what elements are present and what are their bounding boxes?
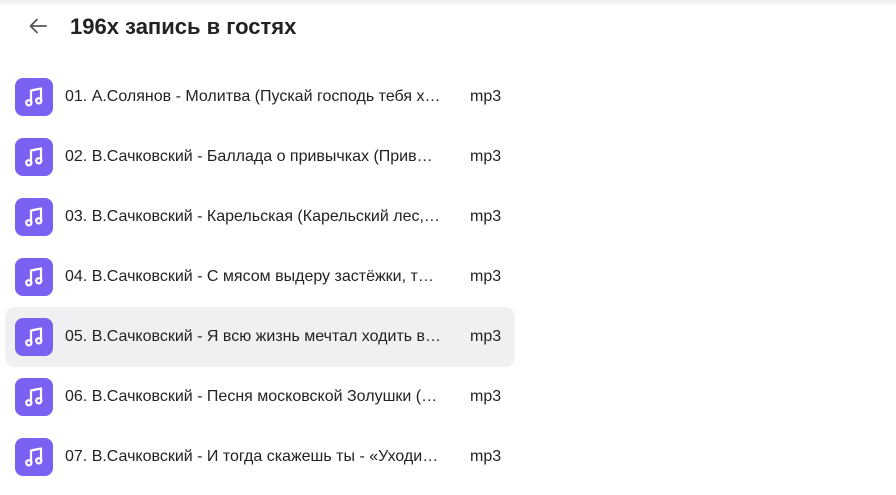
music-note-icon bbox=[15, 78, 53, 116]
header: 196х запись в гостях bbox=[0, 0, 896, 56]
file-row[interactable]: 01. А.Солянов - Молитва (Пускай господь … bbox=[5, 67, 515, 127]
file-extension: mp3 bbox=[470, 148, 502, 165]
file-row[interactable]: 06. В.Сачковский - Песня московской Золу… bbox=[5, 367, 515, 427]
file-name: 02. В.Сачковский - Баллада о привычках (… bbox=[65, 148, 433, 165]
music-note-icon bbox=[15, 198, 53, 236]
file-list: 01. А.Солянов - Молитва (Пускай господь … bbox=[5, 67, 515, 487]
file-extension: mp3 bbox=[470, 388, 502, 405]
file-row[interactable]: 02. В.Сачковский - Баллада о привычках (… bbox=[5, 127, 515, 187]
file-extension: mp3 bbox=[470, 328, 502, 345]
file-extension: mp3 bbox=[470, 88, 502, 105]
file-row[interactable]: 03. В.Сачковский - Карельская (Карельски… bbox=[5, 187, 515, 247]
file-name: 05. В.Сачковский - Я всю жизнь мечтал хо… bbox=[65, 328, 442, 345]
music-note-icon bbox=[15, 318, 53, 356]
file-name: 06. В.Сачковский - Песня московской Золу… bbox=[65, 388, 438, 405]
file-name: 07. В.Сачковский - И тогда скажешь ты - … bbox=[65, 448, 439, 465]
page-title: 196х запись в гостях bbox=[70, 14, 297, 39]
file-name: 03. В.Сачковский - Карельская (Карельски… bbox=[65, 208, 440, 225]
arrow-left-icon bbox=[27, 15, 49, 42]
file-name: 04. В.Сачковский - С мясом выдеру застёж… bbox=[65, 268, 434, 285]
file-row[interactable]: 07. В.Сачковский - И тогда скажешь ты - … bbox=[5, 427, 515, 487]
music-note-icon bbox=[15, 438, 53, 476]
file-name: 01. А.Солянов - Молитва (Пускай господь … bbox=[65, 88, 441, 105]
file-row[interactable]: 04. В.Сачковский - С мясом выдеру застёж… bbox=[5, 247, 515, 307]
music-note-icon bbox=[15, 378, 53, 416]
back-button[interactable] bbox=[24, 14, 52, 42]
music-note-icon bbox=[15, 258, 53, 296]
file-extension: mp3 bbox=[470, 208, 502, 225]
file-extension: mp3 bbox=[470, 268, 502, 285]
file-row[interactable]: 05. В.Сачковский - Я всю жизнь мечтал хо… bbox=[5, 307, 515, 367]
file-extension: mp3 bbox=[470, 448, 502, 465]
music-note-icon bbox=[15, 138, 53, 176]
